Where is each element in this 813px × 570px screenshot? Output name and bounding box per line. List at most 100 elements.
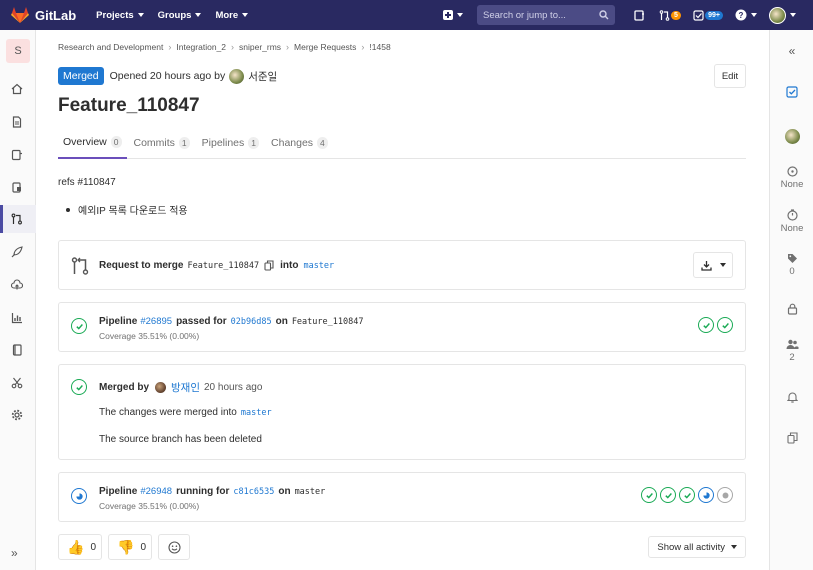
pipeline-passed-status[interactable]	[71, 318, 87, 334]
merger-name[interactable]: 방재인	[171, 380, 200, 395]
collapse-sidebar-icon[interactable]: »	[11, 546, 18, 560]
tab-pipelines[interactable]: Pipelines 1	[197, 127, 264, 159]
new-item-dropdown[interactable]	[443, 10, 463, 20]
sidebar-item-snippets[interactable]	[10, 376, 24, 390]
tab-changes[interactable]: Changes 4	[266, 127, 333, 159]
stage-passed-status[interactable]	[660, 487, 676, 503]
todos-nav-button[interactable]: 99+	[693, 7, 723, 23]
edit-button[interactable]: Edit	[714, 64, 746, 88]
check-icon	[702, 322, 710, 329]
pipeline-branch[interactable]: Feature_110847	[292, 317, 364, 327]
user-menu-dropdown[interactable]	[767, 6, 797, 24]
sidebar-participants[interactable]: 2	[770, 339, 813, 363]
add-reaction-button[interactable]	[158, 534, 190, 560]
author-name[interactable]: 서준일	[248, 69, 277, 84]
breadcrumb-item[interactable]: Integration_2	[176, 42, 226, 52]
sidebar-lock[interactable]	[770, 303, 813, 315]
search-placeholder: Search or jump to...	[483, 9, 566, 21]
download-dropdown[interactable]	[693, 252, 733, 278]
tag-icon	[787, 254, 797, 263]
assignee-avatar	[784, 129, 800, 144]
search-input[interactable]: Search or jump to...	[477, 5, 615, 25]
pipeline-stages	[698, 317, 733, 333]
sidebar-assignee[interactable]	[770, 129, 813, 144]
sidebar-item-board[interactable]	[10, 180, 24, 194]
stage-passed-status[interactable]	[698, 317, 714, 333]
tab-commits[interactable]: Commits 1	[129, 127, 195, 159]
sidebar-item-operations[interactable]	[10, 278, 24, 292]
created-icon	[722, 492, 728, 498]
pipeline-id-link[interactable]: #26948	[140, 486, 172, 497]
scissors-icon	[11, 377, 23, 389]
author-avatar[interactable]	[229, 68, 245, 84]
pipeline-branch[interactable]: master	[295, 487, 326, 497]
brand-name: GitLab	[35, 7, 77, 23]
commit-sha-link[interactable]: 02b96d85	[231, 317, 272, 327]
nav-more[interactable]: More	[215, 10, 249, 21]
stage-passed-status[interactable]	[679, 487, 695, 503]
target-branch-link[interactable]: master	[303, 261, 334, 271]
todo-check-icon	[786, 86, 798, 98]
thumbs-down-icon: 👎	[117, 538, 135, 555]
time-tracking-value: None	[780, 223, 804, 234]
breadcrumb: Research and Development › Integration_2 ›…	[58, 42, 391, 52]
chevron-right-icon: ›	[168, 42, 172, 52]
activity-filter-dropdown[interactable]: Show all activity	[648, 536, 746, 558]
chevron-right-icon: ›	[286, 42, 290, 52]
on-label: on	[275, 316, 288, 327]
breadcrumb-item[interactable]: Research and Development	[58, 42, 163, 52]
sidebar-notifications[interactable]	[770, 391, 813, 403]
page-title: Feature_110847	[58, 95, 200, 116]
sidebar-labels[interactable]: 0	[770, 253, 813, 277]
mr-status-row: Merged Opened 20 hours ago by 서준일	[58, 67, 277, 85]
sidebar-item-project[interactable]	[10, 82, 24, 96]
merger-avatar[interactable]	[155, 382, 167, 393]
pipeline-status-text: passed for	[176, 316, 227, 327]
tab-label: Changes	[271, 137, 314, 149]
pipeline-id-link[interactable]: #26895	[140, 316, 172, 327]
sidebar-item-merge-requests[interactable]	[10, 212, 24, 226]
issues-nav-button[interactable]	[631, 7, 647, 23]
merge-requests-nav-button[interactable]: 5	[657, 7, 683, 23]
nav-projects[interactable]: Projects	[96, 10, 144, 21]
source-branch[interactable]: Feature_110847	[187, 261, 259, 271]
nav-groups[interactable]: Groups	[158, 10, 202, 21]
thumbs-down-button[interactable]: 👎 0	[108, 534, 152, 560]
thumbs-up-button[interactable]: 👍 0	[58, 534, 102, 560]
chart-icon	[11, 313, 22, 324]
sidebar-todo[interactable]	[770, 86, 813, 98]
description-refs: refs #110847	[58, 177, 116, 188]
sidebar-item-analytics[interactable]	[10, 311, 24, 325]
sidebar-item-wiki[interactable]	[10, 343, 24, 357]
help-dropdown[interactable]: ?	[735, 7, 757, 23]
sidebar-item-repository[interactable]	[10, 115, 24, 129]
running-icon	[75, 492, 83, 500]
clipboard-icon	[12, 182, 21, 193]
sidebar-item-ci-cd[interactable]	[10, 245, 24, 259]
stage-passed-status[interactable]	[717, 317, 733, 333]
breadcrumb-item[interactable]: Merge Requests	[294, 42, 356, 52]
collapse-right-sidebar-icon[interactable]: «	[770, 44, 813, 58]
sidebar-copy-reference[interactable]	[770, 432, 813, 444]
into-label: into	[280, 260, 299, 271]
gitlab-home-link[interactable]: GitLab	[10, 6, 76, 24]
stage-created-status[interactable]	[717, 487, 733, 503]
breadcrumb-item[interactable]: sniper_rms	[239, 42, 281, 52]
tab-overview[interactable]: Overview 0	[58, 127, 127, 159]
sidebar-item-issues[interactable]	[10, 148, 24, 162]
commit-sha-link[interactable]: c81c6535	[233, 487, 274, 497]
sidebar-time-tracking[interactable]: None	[770, 209, 813, 234]
sidebar-milestone[interactable]: None	[770, 166, 813, 190]
activity-filter-label: Show all activity	[657, 541, 725, 553]
tab-count: 0	[110, 136, 122, 148]
breadcrumb-item[interactable]: !1458	[369, 42, 390, 52]
copy-icon[interactable]	[264, 260, 274, 271]
sidebar-item-settings[interactable]	[10, 408, 24, 422]
project-avatar[interactable]: S	[6, 39, 30, 63]
merged-target-branch-link[interactable]: master	[241, 408, 272, 418]
stage-passed-status[interactable]	[641, 487, 657, 503]
source-branch-deleted-text: The source branch has been deleted	[99, 434, 262, 445]
stage-running-status[interactable]	[698, 487, 714, 503]
download-icon	[700, 260, 712, 271]
pipeline-running-status[interactable]	[71, 488, 87, 504]
